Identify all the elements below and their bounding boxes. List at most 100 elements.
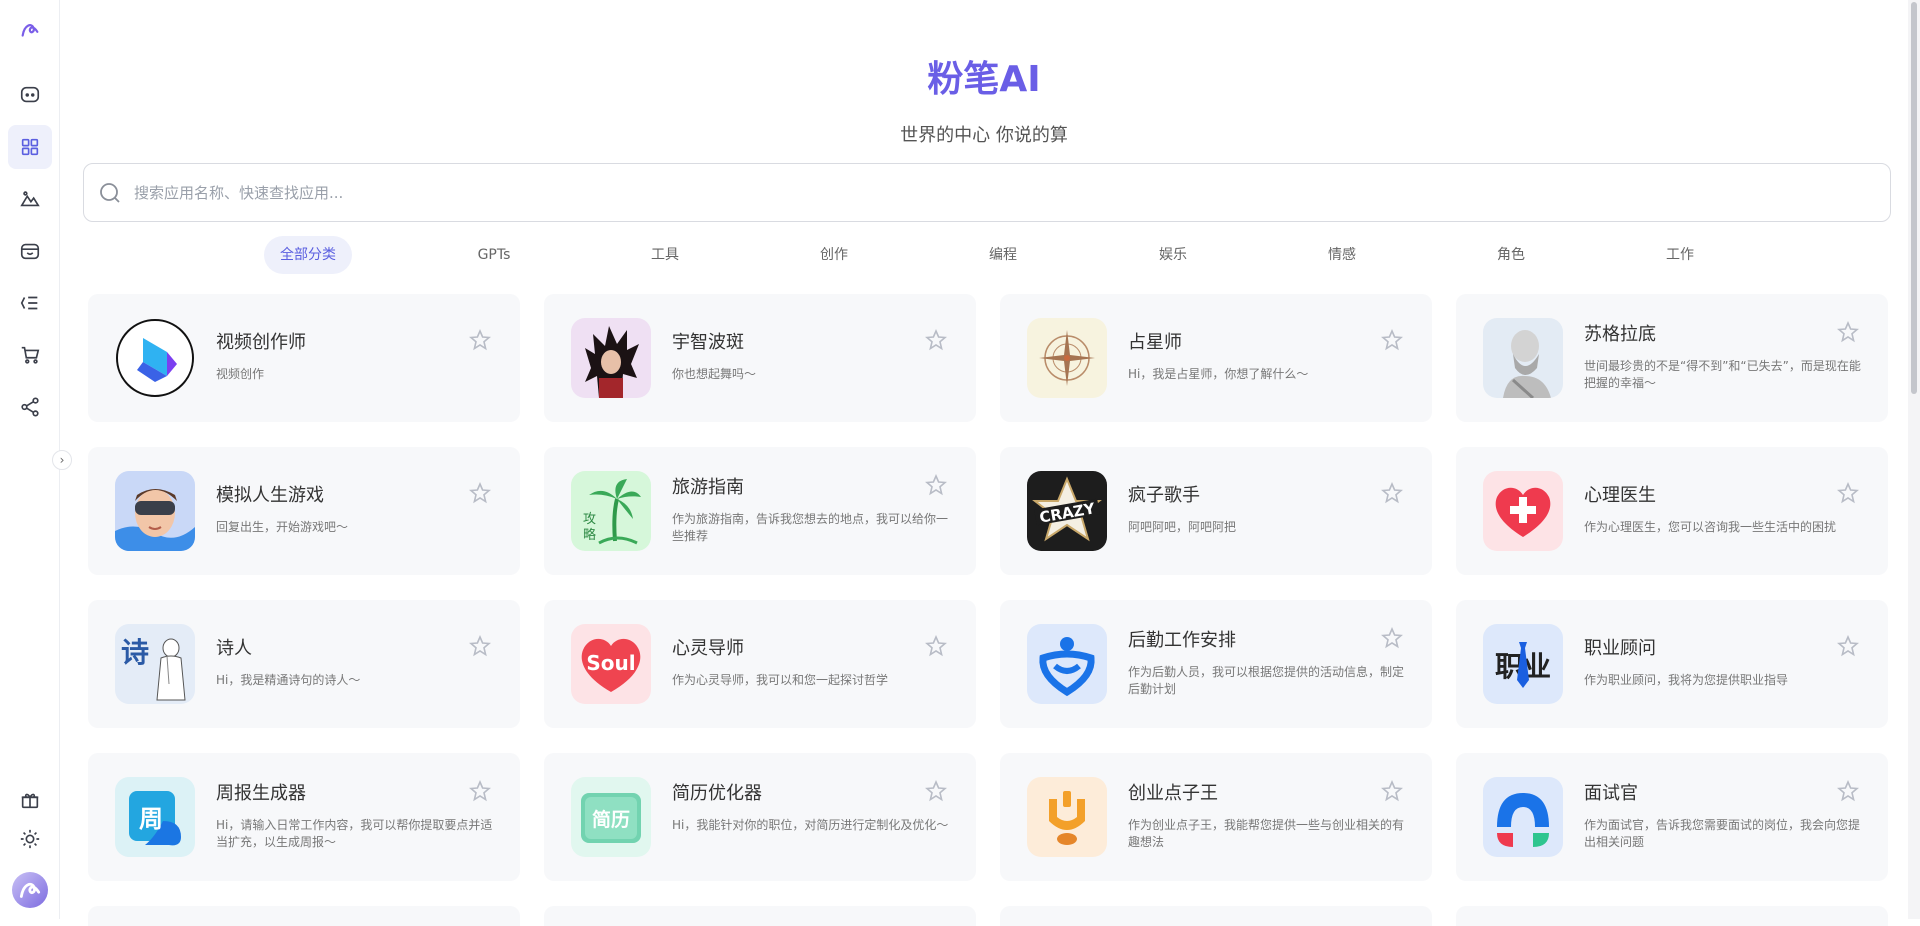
star-icon[interactable] — [1836, 779, 1860, 803]
star-icon[interactable] — [1836, 320, 1860, 344]
tab-emotion[interactable]: 情感 — [1312, 236, 1372, 274]
star-icon[interactable] — [924, 634, 948, 658]
card-description: 作为后勤人员，我可以根据您提供的活动信息，制定后勤计划 — [1128, 665, 1405, 696]
tab-work[interactable]: 工作 — [1650, 236, 1710, 274]
video-creator-logo — [115, 318, 195, 398]
card-title: 心灵导师 — [672, 638, 744, 659]
app-card[interactable]: 苏格拉底 世间最珍贵的不是“得不到”和“已失去”，而是现在能把握的幸福～ — [1456, 294, 1888, 422]
app-card[interactable]: 简历 简历优化器 Hi，我能针对你的职位，对简历进行定制化及优化～ — [544, 753, 976, 881]
tab-all[interactable]: 全部分类 — [264, 236, 352, 274]
app-card[interactable] — [1456, 906, 1888, 926]
page-subtitle: 世界的中心 你说的算 — [900, 125, 1068, 146]
app-card[interactable]: 视频创作师 视频创作 — [88, 294, 520, 422]
card-description: 作为心灵导师，我可以和您一起探讨哲学 — [672, 673, 889, 687]
card-description: 作为心理医生，您可以咨询我一些生活中的困扰 — [1584, 520, 1837, 534]
gift-icon[interactable] — [8, 778, 52, 822]
share-icon[interactable] — [8, 385, 52, 429]
app-card-grid: 视频创作师 视频创作 宇智波斑 你也想起舞吗～ 占星师 Hi，我是占星师，你想了… — [88, 294, 1888, 881]
app-card[interactable]: CRAZY 疯子歌手 阿吧阿吧，阿吧阿把 — [1000, 447, 1432, 575]
star-icon[interactable] — [468, 779, 492, 803]
scrollbar-thumb[interactable] — [1911, 2, 1917, 394]
travel-logo-text: 略 — [583, 527, 596, 543]
app-card[interactable] — [1000, 906, 1432, 926]
app-card[interactable]: 占星师 Hi，我是占星师，你想了解什么～ — [1000, 294, 1432, 422]
chat-icon[interactable] — [8, 73, 52, 117]
card-description: 你也想起舞吗～ — [672, 367, 757, 381]
card-title: 后勤工作安排 — [1128, 630, 1236, 651]
career-logo: 职业 — [1483, 624, 1563, 704]
startup-idea-logo — [1027, 777, 1107, 857]
logo-icon[interactable] — [8, 8, 52, 52]
star-icon[interactable] — [1380, 328, 1404, 352]
card-title: 职业顾问 — [1584, 638, 1656, 659]
card-title: 诗人 — [216, 638, 252, 659]
app-card[interactable]: 创业点子王 作为创业点子王，我能帮您提供一些与创业相关的有趣想法 — [1000, 753, 1432, 881]
apps-grid-icon[interactable] — [8, 125, 52, 169]
tab-creation[interactable]: 创作 — [804, 236, 864, 274]
star-icon[interactable] — [1380, 779, 1404, 803]
star-icon[interactable] — [924, 473, 948, 497]
card-description: 阿吧阿吧，阿吧阿把 — [1128, 520, 1237, 534]
card-description: Hi，我是精通诗句的诗人～ — [216, 673, 361, 687]
app-card[interactable]: 心理医生 作为心理医生，您可以咨询我一些生活中的困扰 — [1456, 447, 1888, 575]
card-description: 回复出生，开始游戏吧～ — [216, 520, 349, 534]
logistics-logo — [1027, 624, 1107, 704]
vr-boy-avatar — [115, 471, 195, 551]
star-icon[interactable] — [468, 634, 492, 658]
cart-icon[interactable] — [8, 333, 52, 377]
category-tabs: 全部分类 GPTs 工具 创作 编程 娱乐 情感 角色 工作 — [60, 236, 1908, 274]
card-description: 作为创业点子王，我能帮您提供一些与创业相关的有趣想法 — [1128, 818, 1405, 849]
resume-logo: 简历 — [571, 777, 651, 857]
wallet-icon[interactable] — [8, 229, 52, 273]
socrates-bust — [1483, 318, 1563, 398]
app-card[interactable] — [88, 906, 520, 926]
page-title: 粉笔AI — [927, 59, 1041, 100]
app-card[interactable]: 模拟人生游戏 回复出生，开始游戏吧～ — [88, 447, 520, 575]
tab-roles[interactable]: 角色 — [1481, 236, 1541, 274]
tab-programming[interactable]: 编程 — [973, 236, 1033, 274]
palm-tree-logo: 攻略 — [571, 471, 651, 551]
card-title: 宇智波斑 — [672, 332, 744, 353]
scrollbar[interactable] — [1908, 0, 1920, 919]
app-card[interactable]: 面试官 作为面试官，告诉我您需要面试的岗位，我会向您提出相关问题 — [1456, 753, 1888, 881]
star-icon[interactable] — [468, 481, 492, 505]
weekly-report-logo: 周 — [115, 777, 195, 857]
image-icon[interactable] — [8, 177, 52, 221]
app-card[interactable]: 周 周报生成器 Hi，请输入日常工作内容，我可以帮你提取要点并适当扩充，以生成周… — [88, 753, 520, 881]
card-title: 周报生成器 — [216, 783, 306, 804]
app-card[interactable]: 职业 职业顾问 作为职业顾问，我将为您提供职业指导 — [1456, 600, 1888, 728]
app-card[interactable]: 诗 诗人 Hi，我是精通诗句的诗人～ — [88, 600, 520, 728]
tab-tools[interactable]: 工具 — [635, 236, 695, 274]
star-icon[interactable] — [1380, 481, 1404, 505]
search-input[interactable] — [134, 164, 1890, 221]
star-icon[interactable] — [924, 328, 948, 352]
weekly-logo-text: 周 — [139, 805, 163, 833]
star-icon[interactable] — [468, 328, 492, 352]
star-icon[interactable] — [1380, 626, 1404, 650]
list-icon[interactable] — [8, 281, 52, 325]
card-description: 作为职业顾问，我将为您提供职业指导 — [1584, 673, 1789, 687]
madara-avatar — [571, 318, 651, 398]
app-card[interactable] — [544, 906, 976, 926]
star-icon[interactable] — [1836, 481, 1860, 505]
star-icon[interactable] — [924, 779, 948, 803]
app-card[interactable]: 宇智波斑 你也想起舞吗～ — [544, 294, 976, 422]
app-card[interactable]: 攻略 旅游指南 作为旅游指南，告诉我您想去的地点，我可以给你一些推荐 — [544, 447, 976, 575]
app-card[interactable]: 后勤工作安排 作为后勤人员，我可以根据您提供的活动信息，制定后勤计划 — [1000, 600, 1432, 728]
card-title: 苏格拉底 — [1584, 324, 1656, 345]
search-icon — [100, 183, 120, 203]
card-description: 世间最珍贵的不是“得不到”和“已失去”，而是现在能把握的幸福～ — [1584, 359, 1861, 390]
star-icon[interactable] — [1836, 634, 1860, 658]
avatar[interactable] — [12, 872, 48, 908]
card-description: Hi，我能针对你的职位，对简历进行定制化及优化～ — [672, 818, 949, 832]
card-title: 面试官 — [1584, 783, 1638, 804]
card-description: 作为旅游指南，告诉我您想去的地点，我可以给你一些推荐 — [672, 512, 949, 543]
card-title: 疯子歌手 — [1128, 485, 1200, 506]
sun-icon[interactable] — [8, 817, 52, 861]
card-description: Hi，请输入日常工作内容，我可以帮你提取要点并适当扩充，以生成周报～ — [216, 818, 493, 849]
tab-gpts[interactable]: GPTs — [462, 236, 527, 274]
crazy-logo: CRAZY — [1027, 471, 1107, 551]
app-card[interactable]: Soul 心灵导师 作为心灵导师，我可以和您一起探讨哲学 — [544, 600, 976, 728]
card-title: 视频创作师 — [216, 332, 306, 353]
tab-entertainment[interactable]: 娱乐 — [1143, 236, 1203, 274]
